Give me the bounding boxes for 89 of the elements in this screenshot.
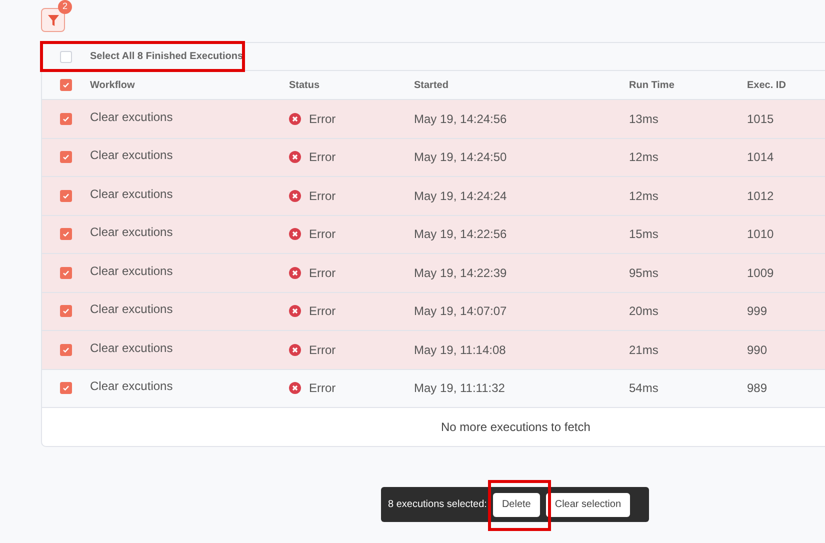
table-cell-text: May 19, 14:07:07: [414, 303, 508, 320]
table-row[interactable]: Clear excutions Error May 19, 14:24:24 12ms 1012: [42, 177, 825, 216]
table-cell-text: Clear excutions: [90, 224, 174, 242]
check-icon: [62, 192, 70, 200]
highlight-frame: [488, 480, 551, 531]
table-row[interactable]: Clear excutions Error May 19, 14:22:39 95ms 1009: [42, 254, 825, 292]
checkbox[interactable]: [60, 305, 72, 318]
table-cell-text: 1009: [747, 264, 775, 282]
error-icon: [289, 382, 301, 394]
table-row[interactable]: Clear excutions Error May 19, 11:11:32 54ms 989: [42, 370, 825, 408]
table-cell-text: Error: [309, 188, 336, 205]
table-cell-text: 1012: [747, 188, 775, 205]
error-icon: [289, 305, 301, 318]
error-icon: [289, 151, 301, 164]
selection-count: 8 executions selected:: [388, 498, 487, 512]
table-cell-text: 1015: [747, 110, 775, 128]
filter-count-badge: 2: [58, 0, 72, 14]
checkbox[interactable]: [60, 190, 72, 202]
error-icon: [289, 228, 301, 240]
column-header: Run Time: [629, 78, 676, 92]
column-header: Status: [289, 78, 321, 92]
checkbox[interactable]: [60, 112, 72, 125]
check-icon: [62, 81, 70, 89]
table-cell-text: 1014: [747, 149, 775, 166]
error-icon: [289, 190, 301, 202]
table-row[interactable]: Clear excutions Error May 19, 14:24:50 12ms 1014: [42, 138, 825, 177]
table-cell-text: 13ms: [629, 110, 660, 128]
table-cell-text: Clear excutions: [90, 378, 174, 396]
checkbox[interactable]: [60, 344, 72, 356]
table-cell-text: May 19, 14:22:39: [414, 264, 508, 282]
table-cell-text: Error: [309, 226, 336, 244]
table-cell-text: Clear excutions: [90, 147, 174, 164]
table-cell-text: Error: [309, 149, 336, 166]
select-all-label: Select All 8 Finished Executions: [90, 50, 244, 64]
table-cell-text: 990: [747, 342, 768, 359]
table-cell-text: 12ms: [629, 149, 660, 166]
column-header: Started: [414, 78, 450, 92]
table-cell-text: May 19, 14:24:50: [414, 149, 508, 166]
checkbox[interactable]: [60, 382, 72, 394]
check-icon: [62, 268, 70, 277]
table-row[interactable]: Clear excutions Error May 19, 11:14:08 21ms 990: [42, 331, 825, 370]
table-cell-text: Error: [309, 380, 336, 398]
table-cell-text: Clear excutions: [90, 262, 174, 280]
table-cell-text: 999: [747, 303, 768, 320]
table-cell-text: 989: [747, 380, 768, 398]
table-cell-text: Clear excutions: [90, 186, 174, 203]
checkbox[interactable]: [60, 50, 72, 62]
table-cell-text: Error: [309, 303, 336, 320]
check-icon: [62, 230, 70, 238]
check-icon: [62, 346, 70, 354]
table-cell-text: May 19, 11:14:08: [414, 342, 507, 359]
table-cell-text: 12ms: [629, 188, 660, 205]
table-cell-text: Clear excutions: [90, 301, 174, 318]
check-icon: [62, 307, 70, 316]
table-cell-text: May 19, 14:24:56: [414, 110, 508, 128]
table-cell-text: May 19, 14:22:56: [414, 226, 508, 244]
table-cell-text: 1010: [747, 226, 775, 244]
end-of-list-message: No more executions to fetch: [441, 419, 590, 436]
error-icon: [289, 112, 301, 125]
filter-button[interactable]: [41, 8, 65, 32]
table-cell-text: Clear excutions: [90, 108, 174, 126]
table-row[interactable]: Clear excutions Error May 19, 14:22:56 15ms 1010: [42, 216, 825, 254]
table-cell-text: May 19, 14:24:24: [414, 188, 508, 205]
column-header: Exec. ID: [747, 78, 787, 92]
table-cell-text: 20ms: [629, 303, 660, 320]
table-cell-text: May 19, 11:11:32: [414, 380, 506, 398]
check-icon: [62, 153, 70, 162]
clear-selection-button[interactable]: Clear selection: [546, 492, 630, 516]
table-cell-text: 15ms: [629, 226, 660, 244]
delete-button[interactable]: Delete: [492, 492, 540, 516]
table-cell-text: Error: [309, 110, 336, 128]
filter-icon: [48, 14, 58, 26]
table-cell-text: Error: [309, 342, 336, 359]
table-row[interactable]: Clear excutions Error May 19, 14:07:07 20ms 999: [42, 292, 825, 331]
checkbox[interactable]: [60, 266, 72, 279]
error-icon: [289, 266, 301, 279]
table-cell-text: Error: [309, 264, 336, 282]
error-icon: [289, 344, 301, 356]
checkbox[interactable]: [60, 151, 72, 164]
check-icon: [62, 384, 70, 392]
checkbox[interactable]: [60, 228, 72, 240]
table-cell-text: 54ms: [629, 380, 660, 398]
checkbox[interactable]: [60, 79, 72, 91]
table-cell-text: Clear excutions: [90, 340, 174, 357]
check-icon: [62, 114, 70, 123]
column-header: Workflow: [90, 78, 136, 92]
table-cell-text: 95ms: [629, 264, 660, 282]
table-cell-text: 21ms: [629, 342, 660, 359]
table-row[interactable]: Clear excutions Error May 19, 14:24:56 13ms 1015: [42, 100, 825, 138]
